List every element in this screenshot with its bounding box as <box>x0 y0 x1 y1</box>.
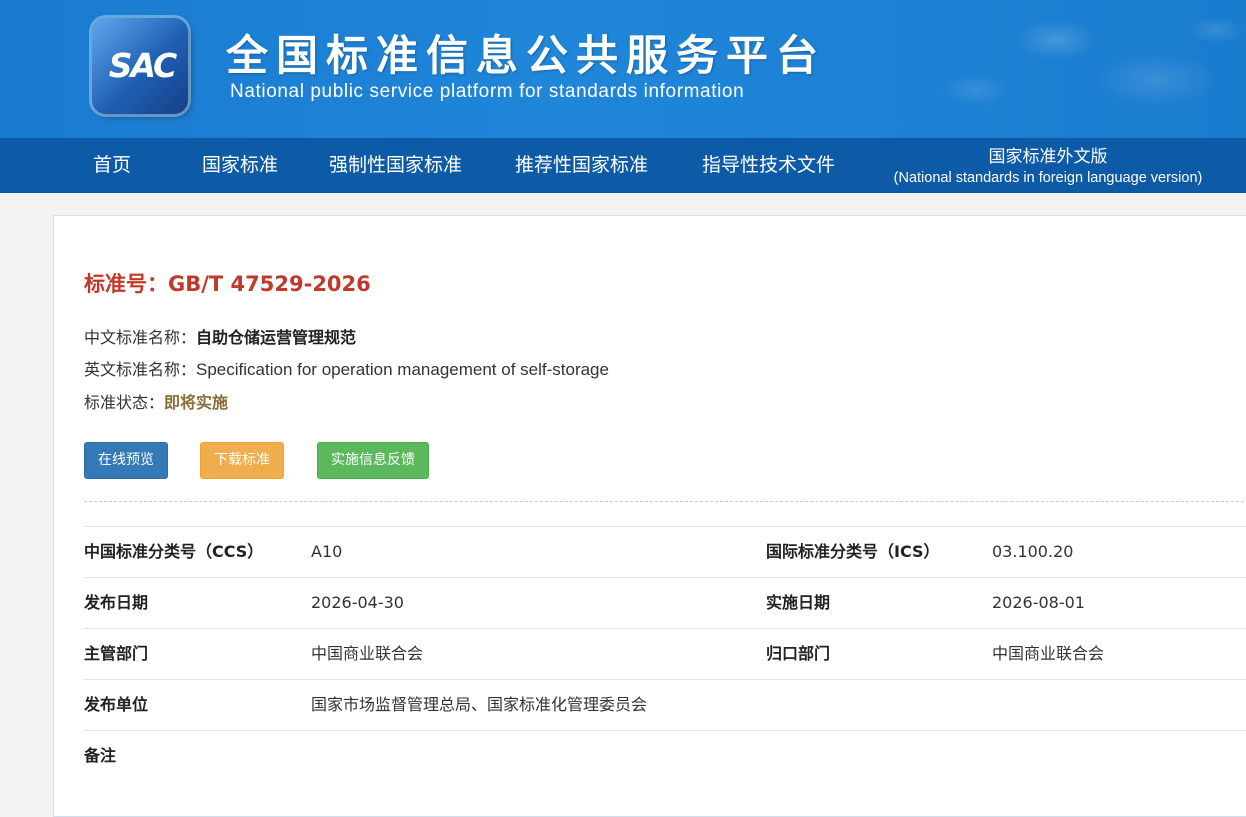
sac-logo[interactable]: SAC <box>88 14 192 114</box>
publish-date-label: 发布日期 <box>84 593 149 612</box>
ics-label: 国际标准分类号（ICS） <box>766 542 940 561</box>
central-dept-value: 中国商业联合会 <box>992 644 1105 663</box>
en-name-label: 英文标准名称： <box>84 360 197 379</box>
detail-row-departments: 主管部门 中国商业联合会 归口部门 中国商业联合会 <box>84 628 1246 679</box>
cn-name-label: 中文标准名称： <box>84 328 197 347</box>
ccs-value: A10 <box>311 542 343 561</box>
publisher-label: 发布单位 <box>84 695 149 714</box>
nav-foreign-sublabel: (National standards in foreign language … <box>893 170 1203 186</box>
implement-date-label: 实施日期 <box>766 593 831 612</box>
download-standard-button[interactable]: 下载标准 <box>200 442 284 479</box>
central-dept-label: 归口部门 <box>766 644 831 663</box>
en-name-value: Specification for operation management o… <box>196 360 609 379</box>
main-nav: 首页 国家标准 强制性国家标准 推荐性国家标准 指导性技术文件 国家标准外文版 … <box>0 138 1246 193</box>
detail-row-remarks: 备注 <box>84 730 1246 781</box>
nav-national-standards[interactable]: 国家标准 <box>202 138 278 193</box>
dept-label: 主管部门 <box>84 644 149 663</box>
site-subtitle: National public service platform for sta… <box>230 81 745 102</box>
world-map-decoration <box>826 0 1246 138</box>
ccs-label: 中国标准分类号（CCS） <box>84 542 264 561</box>
nav-home[interactable]: 首页 <box>93 138 131 193</box>
section-divider <box>84 501 1246 502</box>
site-title: 全国标准信息公共服务平台 <box>226 31 827 80</box>
standard-number-value: GB/T 47529-2026 <box>168 272 371 296</box>
header-banner: SAC 全国标准信息公共服务平台 National public service… <box>0 0 1246 138</box>
nav-guidance-documents[interactable]: 指导性技术文件 <box>702 138 835 193</box>
standard-detail-panel: 标准号：GB/T 47529-2026 中文标准名称：自助仓储运营管理规范 英文… <box>53 215 1246 817</box>
nav-foreign-label: 国家标准外文版 <box>988 147 1108 167</box>
ics-value: 03.100.20 <box>992 542 1074 561</box>
standard-number-label: 标准号： <box>84 272 168 296</box>
status-label: 标准状态： <box>84 393 165 412</box>
sac-logo-text: SAC <box>108 46 178 85</box>
cn-name-value: 自助仓储运营管理规范 <box>196 328 357 347</box>
nav-foreign-language[interactable]: 国家标准外文版 (National standards in foreign l… <box>880 146 1216 188</box>
standard-number: 标准号：GB/T 47529-2026 <box>84 268 371 298</box>
implementation-feedback-button[interactable]: 实施信息反馈 <box>317 442 429 479</box>
publisher-value: 国家市场监督管理总局、国家标准化管理委员会 <box>311 695 648 714</box>
implement-date-value: 2026-08-01 <box>992 593 1085 612</box>
nav-mandatory-standards[interactable]: 强制性国家标准 <box>329 138 462 193</box>
status-line: 标准状态：即将实施 <box>84 389 228 413</box>
nav-recommended-standards[interactable]: 推荐性国家标准 <box>515 138 648 193</box>
detail-row-publisher: 发布单位 国家市场监督管理总局、国家标准化管理委员会 <box>84 679 1246 730</box>
online-preview-button[interactable]: 在线预览 <box>84 442 168 479</box>
cn-name-line: 中文标准名称：自助仓储运营管理规范 <box>84 324 356 348</box>
en-name-line: 英文标准名称：Specification for operation manag… <box>84 356 609 380</box>
remarks-label: 备注 <box>84 746 117 765</box>
dept-value: 中国商业联合会 <box>311 644 424 663</box>
publish-date-value: 2026-04-30 <box>311 593 404 612</box>
detail-row-dates: 发布日期 2026-04-30 实施日期 2026-08-01 <box>84 577 1246 628</box>
detail-row-classification: 中国标准分类号（CCS） A10 国际标准分类号（ICS） 03.100.20 <box>84 526 1246 577</box>
status-value: 即将实施 <box>164 393 229 412</box>
